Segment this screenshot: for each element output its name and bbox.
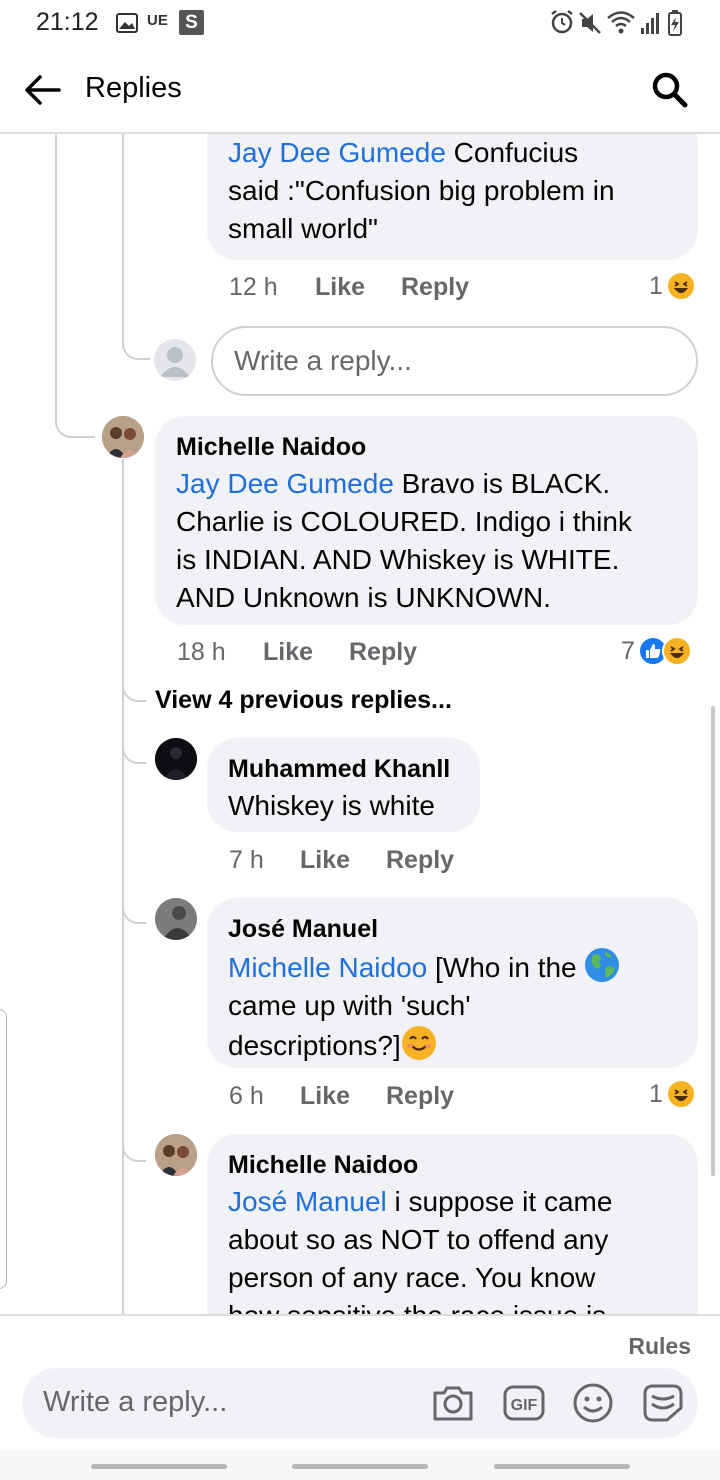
comment-bubble[interactable]: Michelle Naidoo José Manuel i suppose it… <box>207 1134 698 1314</box>
comment-actions: 6 h Like Reply <box>229 1079 529 1113</box>
signal-icon <box>641 13 659 34</box>
thread-connector <box>122 896 146 924</box>
mention-link[interactable]: Jay Dee Gumede <box>176 468 394 499</box>
wifi-icon <box>607 11 635 34</box>
scrollbar[interactable] <box>711 706 715 1176</box>
reply-placeholder: Write a reply... <box>234 345 412 376</box>
comment-author[interactable]: José Manuel <box>228 914 676 944</box>
sticker-icon[interactable] <box>638 1378 688 1428</box>
nav-home-button[interactable] <box>292 1464 428 1469</box>
status-bar: 21:12 UE S <box>0 0 720 44</box>
emoji-icon[interactable] <box>568 1378 618 1428</box>
comment-author[interactable]: Muhammed Khanll <box>228 754 458 784</box>
reaction-count: 7 <box>621 636 635 665</box>
thread-line <box>122 134 124 334</box>
alarm-icon <box>551 10 573 34</box>
smiling-face-emoji-icon <box>401 1026 436 1060</box>
thread-connector <box>122 736 146 764</box>
user-avatar <box>154 339 196 381</box>
comment-text: Michelle Naidoo [Who in the came up with… <box>228 947 676 1065</box>
nav-recent-button[interactable] <box>91 1464 227 1469</box>
nav-back-button[interactable] <box>494 1464 630 1469</box>
comment-text: Whiskey is white <box>228 790 435 821</box>
gallery-icon <box>116 13 138 38</box>
system-navigation-bar <box>0 1450 720 1480</box>
thread-line <box>55 134 57 424</box>
avatar[interactable] <box>155 898 197 940</box>
comment-bubble[interactable]: José Manuel Michelle Naidoo [Who in the … <box>207 898 698 1068</box>
arrow-left-icon <box>25 75 61 105</box>
search-button[interactable] <box>648 68 692 112</box>
avatar[interactable] <box>155 1134 197 1176</box>
search-icon <box>652 72 688 108</box>
comment-actions: 7 h Like Reply <box>229 843 529 877</box>
reply-placeholder: Write a reply... <box>43 1386 228 1418</box>
comment-time: 18 h <box>177 638 226 666</box>
comment-time: 6 h <box>229 1082 264 1110</box>
reaction-count: 1 <box>649 271 663 300</box>
comment-author[interactable]: Michelle Naidoo <box>176 432 676 462</box>
default-avatar-icon <box>160 347 190 377</box>
app-header: Replies <box>0 44 720 134</box>
view-previous-replies-link[interactable]: View 4 previous replies... <box>155 686 452 715</box>
thread-connector <box>122 674 146 702</box>
page-title: Replies <box>85 72 182 104</box>
reaction-summary[interactable]: 1 <box>649 268 696 304</box>
reply-button[interactable]: Reply <box>401 270 469 304</box>
mention-link[interactable]: Jay Dee Gumede <box>228 137 446 168</box>
avatar[interactable] <box>155 738 197 780</box>
comment-bubble[interactable]: Jay Dee Gumede Confucius said :"Confusion… <box>207 134 698 260</box>
comment-time: 12 h <box>229 273 278 301</box>
gif-icon[interactable]: GIF <box>499 1378 549 1428</box>
reply-button[interactable]: Reply <box>386 843 454 877</box>
reply-input[interactable]: Write a reply... GIF <box>22 1368 698 1438</box>
haha-reaction-icon <box>665 271 696 301</box>
carrier-label: UE <box>147 12 168 29</box>
reply-button[interactable]: Reply <box>349 635 417 669</box>
thread-line <box>122 459 124 1314</box>
camera-icon[interactable] <box>428 1378 478 1428</box>
like-button[interactable]: Like <box>315 270 365 304</box>
comment-time: 7 h <box>229 846 264 874</box>
thread-connector <box>122 1134 146 1162</box>
status-icons <box>548 8 688 43</box>
globe-emoji-icon <box>585 948 620 982</box>
reaction-count: 1 <box>649 1079 663 1108</box>
rules-link[interactable]: Rules <box>628 1333 691 1360</box>
reply-composer: Rules Write a reply... GIF <box>0 1314 720 1450</box>
reaction-summary[interactable]: 7 <box>621 633 692 669</box>
background-card-edge <box>0 1009 7 1289</box>
reply-button[interactable]: Reply <box>386 1079 454 1113</box>
like-button[interactable]: Like <box>263 635 313 669</box>
like-button[interactable]: Like <box>300 843 350 877</box>
mention-link[interactable]: Michelle Naidoo <box>228 952 427 983</box>
mute-icon <box>579 12 601 34</box>
thread-connector <box>55 404 95 438</box>
status-time: 21:12 <box>36 8 99 36</box>
avatar[interactable] <box>102 416 144 458</box>
comment-bubble[interactable]: Michelle Naidoo Jay Dee Gumede Bravo is … <box>155 416 698 625</box>
comment-actions: 12 h Like Reply <box>229 270 529 304</box>
app-notification-icon: S <box>179 10 204 35</box>
comment-text: José Manuel i suppose it came about so as… <box>228 1186 613 1314</box>
svg-text:GIF: GIF <box>511 1397 538 1414</box>
mention-link[interactable]: José Manuel <box>228 1186 387 1217</box>
comment-bubble[interactable]: Muhammed Khanll Whiskey is white <box>207 738 480 832</box>
comment-text: Jay Dee Gumede Bravo is BLACK. Charlie is… <box>176 468 632 613</box>
battery-icon <box>668 10 682 36</box>
comment-author[interactable]: Michelle Naidoo <box>228 1150 676 1180</box>
comment-actions: 18 h Like Reply <box>177 635 477 669</box>
inline-reply-input[interactable]: Write a reply... <box>211 326 698 396</box>
comment-thread[interactable]: Jay Dee Gumede Confucius said :"Confusion… <box>0 134 720 1314</box>
back-button[interactable] <box>20 68 64 112</box>
haha-reaction-icon <box>661 636 692 666</box>
like-button[interactable]: Like <box>300 1079 350 1113</box>
reaction-summary[interactable]: 1 <box>649 1076 696 1112</box>
haha-reaction-icon <box>665 1079 696 1109</box>
comment-text: Jay Dee Gumede Confucius said :"Confusion… <box>228 137 615 244</box>
thread-connector <box>122 324 150 360</box>
